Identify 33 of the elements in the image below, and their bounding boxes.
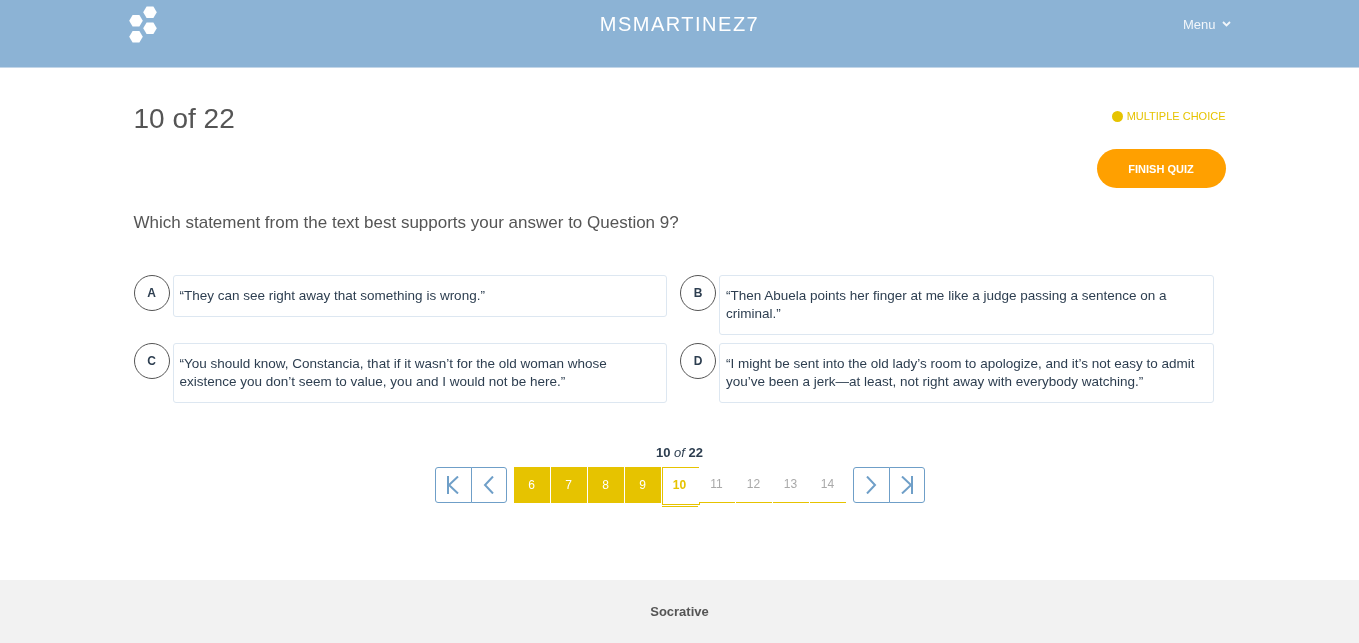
page-number-button[interactable]: 9	[624, 467, 661, 503]
first-page-button[interactable]	[434, 467, 472, 503]
answer-option[interactable]: “They can see right away that something is wrong.”	[172, 275, 667, 317]
question-type-label: MULTIPLE CHOICE	[1126, 110, 1226, 122]
menu-button[interactable]: Menu	[1182, 16, 1231, 32]
skip-to-first-icon	[447, 476, 459, 494]
answer-letter-button[interactable]: A	[133, 275, 170, 311]
answer-option[interactable]: “Then Abuela points her finger at me like a judge passing a sentence on a criminal.”	[719, 275, 1214, 335]
chevron-down-icon	[1221, 21, 1231, 27]
footer-brand-text: Socrative	[650, 604, 709, 619]
answer-option[interactable]: “You should know, Constancia, that if it wasn’t for the old woman whose existence you don’t seem to value, you and I would not be here.”	[172, 343, 667, 403]
next-page-button[interactable]	[852, 467, 890, 503]
chevron-left-icon	[482, 476, 495, 494]
page-number-button[interactable]: 11	[698, 467, 735, 503]
hexagon-logo-icon[interactable]	[128, 5, 157, 43]
page-number-button[interactable]: 8	[587, 467, 624, 503]
finish-quiz-button[interactable]: FINISH QUIZ	[1096, 149, 1226, 188]
answer-letter-button[interactable]: B	[680, 275, 716, 311]
question-number-heading: 10 of 22	[133, 103, 235, 135]
previous-page-button[interactable]	[470, 467, 507, 503]
chevron-right-icon	[865, 476, 877, 494]
question-text: Which statement from the text best supports your answer to Question 9?	[133, 212, 680, 234]
status-dot-icon	[1111, 110, 1123, 122]
class-name-title: MSMARTINEZ7	[599, 12, 760, 36]
page-number-button[interactable]: 6	[513, 467, 550, 503]
answer-option[interactable]: “I might be sent into the old lady’s room to apologize, and it’s not easy to admit you’ve been a jerk—at least, not right away with everybody watching.”	[719, 343, 1214, 403]
last-page-button[interactable]	[888, 467, 925, 503]
page-number-button[interactable]: 10	[661, 467, 698, 507]
answer-letter-button[interactable]: D	[680, 343, 716, 379]
answer-letter-button[interactable]: C	[133, 343, 170, 379]
skip-to-last-icon	[900, 476, 913, 494]
page-number-button[interactable]: 7	[550, 467, 587, 503]
page-counter: 10 of 22	[656, 445, 703, 461]
